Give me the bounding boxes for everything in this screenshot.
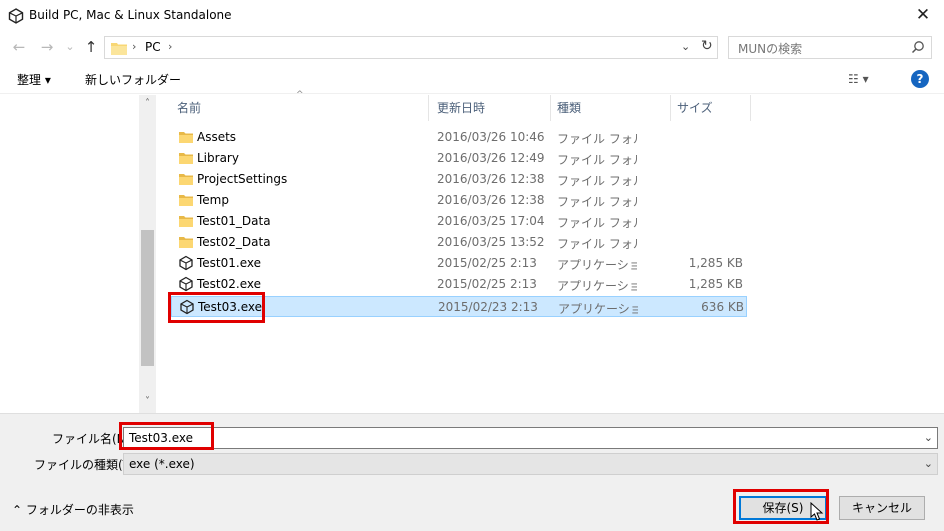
file-name: Test03.exe [198, 300, 263, 314]
close-icon[interactable]: ✕ [908, 2, 938, 28]
unity-logo-icon [8, 8, 24, 24]
file-type: アプリケーション [557, 279, 637, 293]
search-icon [911, 41, 924, 54]
file-type: ファイル フォルダー [557, 132, 637, 146]
hide-folders-button[interactable]: ⌃ フォルダーの非表示 [12, 501, 134, 518]
file-row[interactable]: Assets 2016/03/26 10:46 ファイル フォルダー [171, 127, 747, 148]
column-header-type[interactable]: 種類 [551, 95, 671, 121]
unity-app-icon [178, 276, 194, 292]
new-folder-button[interactable]: 新しいフォルダー [85, 71, 181, 88]
file-size: 1,285 KB [688, 256, 743, 270]
address-bar[interactable]: › PC › ⌄ ↻ [104, 36, 718, 59]
navigation-bar: ← → ⌄ ↑ › PC › ⌄ ↻ MUNの検索 [0, 32, 944, 62]
chevron-down-icon[interactable]: ⌄ [924, 457, 933, 470]
file-name: ProjectSettings [197, 172, 288, 186]
refresh-icon[interactable]: ↻ [701, 38, 719, 54]
recent-locations-icon[interactable]: ⌄ [61, 37, 79, 57]
chevron-down-icon[interactable]: ⌄ [924, 431, 933, 444]
file-name: Temp [197, 193, 229, 207]
folder-icon [178, 192, 194, 208]
search-input[interactable]: MUNの検索 [728, 36, 932, 59]
organize-button[interactable]: 整理 ▾ [17, 71, 51, 88]
file-list[interactable]: ^ 名前 更新日時 種類 サイズ Assets 2016/03/26 10:46 フ… [156, 90, 944, 413]
navigation-pane[interactable] [0, 95, 139, 411]
column-header-name[interactable]: 名前 [171, 95, 429, 121]
view-options-icon[interactable]: ☷ ▾ [848, 72, 869, 86]
back-arrow-icon[interactable]: ← [10, 37, 28, 57]
file-date: 2015/02/23 2:13 [438, 300, 538, 314]
file-type: アプリケーション [558, 302, 638, 316]
file-size: 636 KB [701, 300, 744, 314]
file-type: ファイル フォルダー [557, 174, 637, 188]
help-icon[interactable]: ? [911, 70, 929, 88]
file-row[interactable]: Temp 2016/03/26 12:38 ファイル フォルダー [171, 190, 747, 211]
file-date: 2015/02/25 2:13 [437, 256, 537, 270]
chevron-down-icon[interactable]: ⌄ [681, 40, 690, 53]
command-bar: 整理 ▾ 新しいフォルダー ☷ ▾ ? [0, 64, 944, 94]
breadcrumb-separator: › [132, 40, 137, 53]
folder-icon [178, 150, 194, 166]
file-name: Test01_Data [197, 214, 271, 228]
scrollbar-thumb[interactable] [141, 230, 154, 366]
file-date: 2016/03/26 10:46 [437, 130, 545, 144]
unity-app-icon [179, 299, 195, 315]
file-date: 2016/03/25 17:04 [437, 214, 545, 228]
navigation-scrollbar[interactable]: ˄ ˅ [139, 95, 156, 413]
filename-value[interactable]: Test03.exe [129, 431, 193, 445]
breadcrumb-separator[interactable]: › [168, 40, 172, 53]
column-header-size[interactable]: サイズ [671, 95, 751, 121]
save-options-panel: ファイル名(N): Test03.exe ⌄ ファイルの種類(T): exe (… [0, 413, 944, 531]
file-date: 2016/03/26 12:38 [437, 172, 545, 186]
folder-icon [111, 43, 127, 55]
file-name: Library [197, 151, 239, 165]
file-row[interactable]: ProjectSettings 2016/03/26 12:38 ファイル フォルダ… [171, 169, 747, 190]
scroll-up-icon[interactable]: ˄ [139, 98, 156, 109]
file-row[interactable]: Test02.exe 2015/02/25 2:13 アプリケーション 1,285 K… [171, 274, 747, 295]
filetype-value: exe (*.exe) [129, 457, 195, 471]
file-row[interactable]: Test02_Data 2016/03/25 13:52 ファイル フォルダー [171, 232, 747, 253]
file-type: ファイル フォルダー [557, 237, 637, 251]
file-size: 1,285 KB [688, 277, 743, 291]
file-row-selected[interactable]: Test03.exe 2015/02/23 2:13 アプリケーション 636 KB [171, 296, 747, 317]
filetype-select[interactable]: exe (*.exe) ⌄ [123, 453, 938, 475]
unity-app-icon [178, 255, 194, 271]
search-placeholder: MUNの検索 [738, 42, 803, 56]
up-arrow-icon[interactable]: ↑ [82, 37, 100, 57]
folder-icon [178, 234, 194, 250]
file-date: 2016/03/26 12:38 [437, 193, 545, 207]
cancel-button[interactable]: キャンセル [839, 496, 925, 520]
file-type: ファイル フォルダー [557, 195, 637, 209]
window-title: Build PC, Mac & Linux Standalone [29, 8, 232, 22]
folder-icon [178, 171, 194, 187]
column-header-date[interactable]: 更新日時 [431, 95, 551, 121]
breadcrumb-pc[interactable]: PC [145, 40, 161, 54]
scroll-down-icon[interactable]: ˅ [139, 396, 156, 407]
file-name: Assets [197, 130, 237, 144]
file-name: Test02_Data [197, 235, 271, 249]
file-row[interactable]: Test01.exe 2015/02/25 2:13 アプリケーション 1,285 K… [171, 253, 747, 274]
folder-icon [178, 213, 194, 229]
file-row[interactable]: Library 2016/03/26 12:49 ファイル フォルダー [171, 148, 747, 169]
file-type: ファイル フォルダー [557, 216, 637, 230]
file-type: アプリケーション [557, 258, 637, 272]
file-date: 2016/03/26 12:49 [437, 151, 545, 165]
title-bar: Build PC, Mac & Linux Standalone ✕ [0, 0, 944, 32]
filename-field[interactable]: Test03.exe ⌄ [123, 427, 938, 449]
mouse-cursor-icon [810, 502, 824, 521]
file-date: 2015/02/25 2:13 [437, 277, 537, 291]
file-name: Test01.exe [197, 256, 262, 270]
file-row[interactable]: Test01_Data 2016/03/25 17:04 ファイル フォルダー [171, 211, 747, 232]
file-type: ファイル フォルダー [557, 153, 637, 167]
file-name: Test02.exe [197, 277, 262, 291]
forward-arrow-icon[interactable]: → [38, 37, 56, 57]
file-date: 2016/03/25 13:52 [437, 235, 545, 249]
folder-icon [178, 129, 194, 145]
